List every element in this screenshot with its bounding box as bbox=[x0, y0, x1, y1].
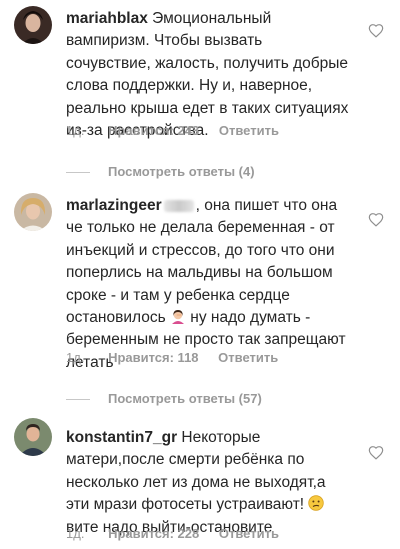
comment-meta: 1д. Нравится: 243 Ответить bbox=[66, 123, 295, 138]
timestamp: 1д. bbox=[66, 526, 85, 541]
reply-button[interactable]: Ответить bbox=[219, 526, 279, 541]
comment-line: , она пишет что она bbox=[195, 197, 338, 214]
divider-line bbox=[66, 399, 90, 401]
confused-face-emoji bbox=[308, 495, 325, 511]
comment-line: эти мрази фотосеты устраивают! bbox=[66, 496, 305, 514]
heart-outline-icon[interactable] bbox=[368, 445, 384, 460]
heart-outline-icon[interactable] bbox=[368, 23, 384, 38]
timestamp: 1д. bbox=[66, 123, 85, 138]
view-replies-label: Посмотреть ответы (4) bbox=[108, 164, 255, 179]
view-replies-button[interactable]: Посмотреть ответы (4) bbox=[66, 164, 255, 179]
comment-line: слова поддержки. Ну и, наверное, bbox=[66, 77, 313, 95]
likes-count[interactable]: Нравится: 228 bbox=[108, 526, 199, 541]
comment-line: вампиризм. Чтобы вызвать bbox=[66, 32, 263, 50]
comment-line: ну надо думать - bbox=[190, 309, 311, 327]
comment-meta: 1д. Нравится: 228 Ответить bbox=[66, 526, 295, 541]
reply-button[interactable]: Ответить bbox=[219, 123, 279, 138]
likes-count[interactable]: Нравится: 118 bbox=[108, 350, 198, 365]
heart-outline-icon[interactable] bbox=[368, 212, 384, 227]
comment-line: сочувствие, жалость, получить добрые bbox=[66, 54, 349, 72]
comment-line: Эмоциональный bbox=[152, 10, 272, 27]
comment-line: сроке - и там у ребенка сердце bbox=[66, 286, 290, 304]
comment-line: матери,после смерти ребёнка по bbox=[66, 451, 305, 469]
username-link[interactable]: marlazingeer bbox=[66, 197, 162, 214]
comment-text: konstantin7_gr Некоторые матери,после см… bbox=[66, 427, 356, 539]
avatar[interactable] bbox=[14, 193, 52, 231]
avatar[interactable] bbox=[14, 6, 52, 44]
view-replies-button[interactable]: Посмотреть ответы (57) bbox=[66, 391, 262, 406]
username-link[interactable]: konstantin7_gr bbox=[66, 429, 177, 446]
comment-line: несколько лет из дома не выходят,а bbox=[66, 473, 326, 491]
facepalm-woman-emoji bbox=[170, 308, 186, 325]
comment-line: поперлись на мальдивы на большом bbox=[66, 264, 333, 282]
comment-line: Некоторые bbox=[177, 429, 261, 446]
comment-line: беременным не просто так запрещают bbox=[66, 331, 346, 349]
comment-text: marlazingeer , она пишет что она че тольк… bbox=[66, 195, 356, 374]
comment-line: реально крыша едет в таких ситуациях bbox=[66, 99, 349, 117]
likes-count[interactable]: Нравится: 243 bbox=[108, 123, 199, 138]
divider-line bbox=[66, 172, 90, 174]
view-replies-label: Посмотреть ответы (57) bbox=[108, 391, 262, 406]
username-link[interactable]: mariahblax bbox=[66, 10, 148, 27]
redacted-blur bbox=[163, 199, 194, 212]
timestamp: 1д. bbox=[66, 350, 85, 365]
avatar[interactable] bbox=[14, 418, 52, 456]
comment-line: остановилось bbox=[66, 309, 166, 327]
comment-line: че только не делала беременная - от bbox=[66, 219, 335, 237]
comment-line: инъекций и стрессов, до того что они bbox=[66, 241, 335, 259]
reply-button[interactable]: Ответить bbox=[218, 350, 278, 365]
comment-meta: 1д. Нравится: 118 Ответить bbox=[66, 350, 294, 365]
